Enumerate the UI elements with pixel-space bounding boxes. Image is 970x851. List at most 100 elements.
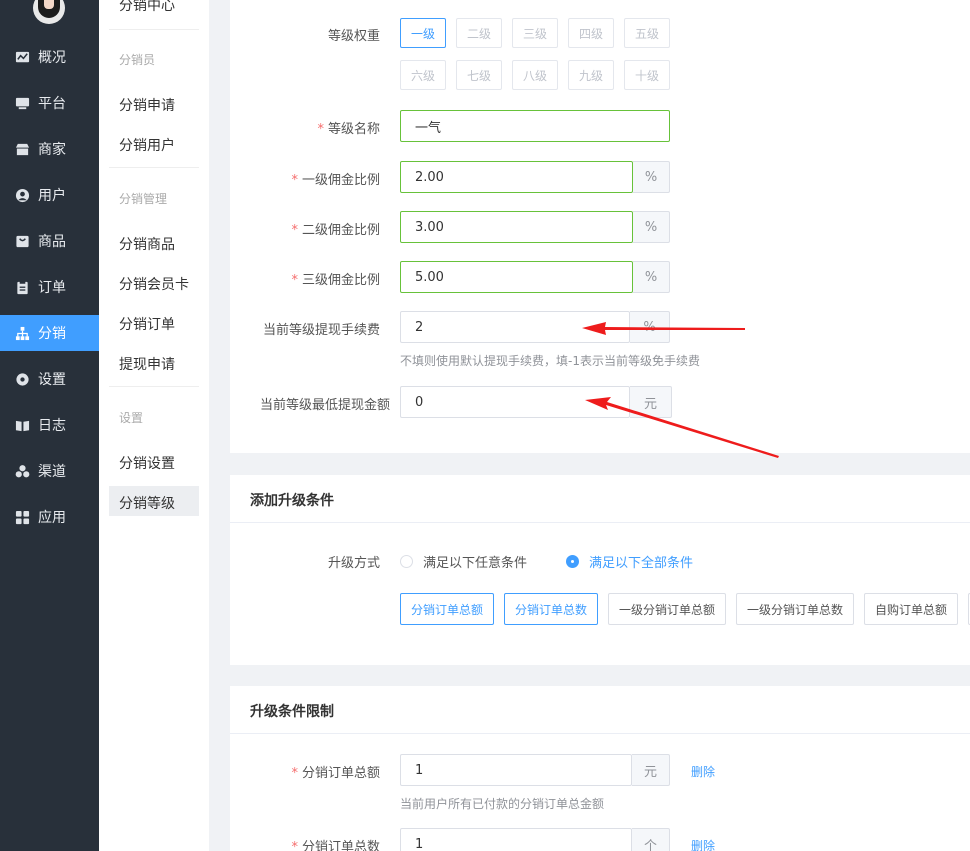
delete-link[interactable]: 删除 [691, 837, 715, 851]
weight-label: 等级权重 [327, 29, 380, 44]
commission-3-input[interactable]: 5.00 [400, 261, 633, 293]
commission-1-label: * 一级佣金比例 [291, 173, 380, 188]
condition-level1-count-button[interactable]: 一级分销订单总数 [736, 593, 854, 625]
sidebar-item-label: 平台 [38, 96, 66, 112]
withdraw-fee-input[interactable]: 2 [400, 311, 630, 343]
limit-total-count-input[interactable]: 1 [400, 828, 632, 851]
limit-total-amount-hint: 当前用户所有已付款的分销订单总金额 [400, 797, 605, 811]
radio-any-condition[interactable]: 满足以下任意条件 [400, 552, 527, 571]
radio-all-conditions[interactable]: 满足以下全部条件 [566, 552, 693, 571]
submenu-item-card[interactable]: 分销会员卡 [119, 274, 189, 294]
upgrade-mode-label: 升级方式 [327, 556, 380, 571]
commission-2-label: * 二级佣金比例 [291, 223, 380, 238]
sidebar-item-label: 商品 [38, 234, 66, 250]
limit-total-amount-input[interactable]: 1 [400, 754, 632, 786]
distribution-submenu: 分销中心 分销员 分销申请 分销用户 分销管理 分销商品 分销会员卡 分销订单 … [99, 0, 209, 851]
sidebar-item-log[interactable]: 日志 [0, 407, 99, 443]
sidebar-item-label: 用户 [38, 188, 66, 204]
weight-option-6[interactable]: 六级 [400, 60, 446, 90]
delete-link[interactable]: 删除 [691, 763, 715, 780]
submenu-item-apply[interactable]: 分销申请 [119, 95, 175, 115]
yuan-suffix: 元 [630, 386, 672, 418]
main-sidebar: 概况 平台 商家 用户 商品 订单 分销 设置 日志 渠道 应用 [0, 0, 99, 851]
submenu-group-distributor: 分销员 [119, 53, 156, 67]
submenu-item-levels[interactable]: 分销等级 [119, 493, 175, 513]
percent-suffix: % [633, 261, 670, 293]
upgrade-conditions-card: 添加升级条件 升级方式 满足以下任意条件 满足以下全部条件 分销订单总额 分销订… [230, 475, 970, 665]
shopping-bag-icon [14, 233, 30, 249]
sidebar-item-label: 应用 [38, 510, 66, 526]
divider [109, 167, 199, 168]
level-name-label: * 等级名称 [317, 122, 380, 137]
sidebar-item-label: 概况 [38, 50, 66, 66]
percent-suffix: % [633, 211, 670, 243]
limit-total-amount-label: * 分销订单总额 [291, 766, 380, 781]
submenu-item-goods[interactable]: 分销商品 [119, 234, 175, 254]
clipboard-icon [14, 279, 30, 295]
sidebar-item-platform[interactable]: 平台 [0, 85, 99, 121]
condition-total-count-button[interactable]: 分销订单总数 [504, 593, 598, 625]
submenu-group-settings: 设置 [119, 411, 144, 425]
commission-2-input[interactable]: 3.00 [400, 211, 633, 243]
sidebar-item-label: 日志 [38, 418, 66, 434]
divider [230, 522, 970, 523]
store-icon [14, 141, 30, 157]
submenu-item-center[interactable]: 分销中心 [119, 0, 175, 15]
weight-option-2[interactable]: 二级 [456, 18, 502, 48]
sidebar-item-label: 分销 [38, 326, 66, 342]
chart-line-icon [14, 49, 30, 65]
avatar[interactable] [33, 0, 65, 24]
divider [109, 29, 199, 30]
gear-icon [14, 371, 30, 387]
sidebar-item-user[interactable]: 用户 [0, 177, 99, 213]
sidebar-item-settings[interactable]: 设置 [0, 361, 99, 397]
sidebar-item-channel[interactable]: 渠道 [0, 453, 99, 489]
commission-3-label: * 三级佣金比例 [291, 273, 380, 288]
withdraw-fee-hint: 不填则使用默认提现手续费，填-1表示当前等级免手续费 [400, 354, 700, 368]
min-withdraw-label: 当前等级最低提现金额 [259, 398, 390, 413]
divider [230, 733, 970, 734]
min-withdraw-input[interactable]: 0 [400, 386, 630, 418]
percent-suffix: % [630, 311, 670, 343]
weight-option-3[interactable]: 三级 [512, 18, 558, 48]
sitemap-icon [14, 325, 30, 341]
submenu-item-users[interactable]: 分销用户 [119, 135, 175, 155]
card-title: 添加升级条件 [250, 493, 334, 509]
level-name-input[interactable]: 一气 [400, 110, 670, 142]
weight-option-5[interactable]: 五级 [624, 18, 670, 48]
sidebar-item-goods[interactable]: 商品 [0, 223, 99, 259]
submenu-item-orders[interactable]: 分销订单 [119, 314, 175, 334]
sidebar-item-label: 设置 [38, 372, 66, 388]
sidebar-item-overview[interactable]: 概况 [0, 39, 99, 75]
condition-total-amount-button[interactable]: 分销订单总额 [400, 593, 494, 625]
weight-option-7[interactable]: 七级 [456, 60, 502, 90]
sidebar-item-order[interactable]: 订单 [0, 269, 99, 305]
card-title: 升级条件限制 [250, 704, 334, 720]
weight-option-1[interactable]: 一级 [400, 18, 446, 48]
submenu-item-withdraw[interactable]: 提现申请 [119, 354, 175, 374]
apps-grid-icon [14, 509, 30, 525]
withdraw-fee-label: 当前等级提现手续费 [262, 323, 380, 338]
yuan-suffix: 元 [632, 754, 670, 786]
commission-1-input[interactable]: 2.00 [400, 161, 633, 193]
condition-self-amount-button[interactable]: 自购订单总额 [864, 593, 958, 625]
weight-option-10[interactable]: 十级 [624, 60, 670, 90]
sidebar-item-label: 渠道 [38, 464, 66, 480]
upgrade-limits-card: 升级条件限制 * 分销订单总额 1 元 删除 当前用户所有已付款的分销订单总金额 … [230, 686, 970, 851]
sidebar-item-label: 订单 [38, 280, 66, 296]
count-suffix: 个 [632, 828, 670, 851]
sidebar-item-distribution[interactable]: 分销 [0, 315, 99, 351]
divider [109, 386, 199, 387]
weight-option-9[interactable]: 九级 [568, 60, 614, 90]
percent-suffix: % [633, 161, 670, 193]
weight-option-8[interactable]: 八级 [512, 60, 558, 90]
weight-option-4[interactable]: 四级 [568, 18, 614, 48]
submenu-group-management: 分销管理 [119, 192, 168, 206]
submenu-item-settings[interactable]: 分销设置 [119, 453, 175, 473]
sidebar-item-label: 商家 [38, 142, 66, 158]
limit-total-count-label: * 分销订单总数 [291, 840, 380, 851]
condition-level1-amount-button[interactable]: 一级分销订单总额 [608, 593, 726, 625]
sidebar-item-apps[interactable]: 应用 [0, 499, 99, 535]
sidebar-item-merchant[interactable]: 商家 [0, 131, 99, 167]
level-form-card: 等级权重 一级 二级 三级 四级 五级 六级 七级 八级 九级 十级 * 等级名称… [230, 0, 970, 453]
